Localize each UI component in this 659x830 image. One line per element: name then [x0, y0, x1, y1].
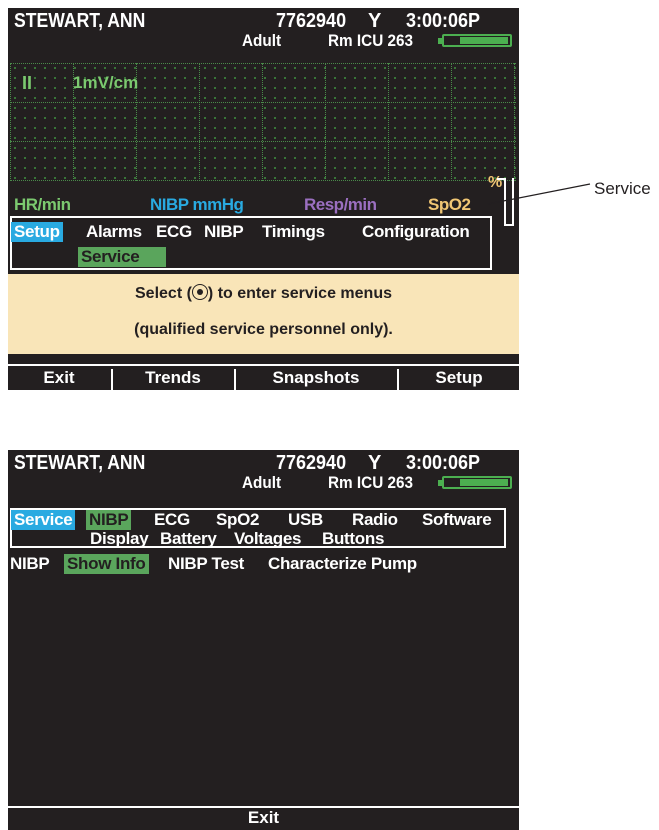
menu-characterize-pump[interactable]: Characterize Pump: [268, 554, 417, 574]
menu-service[interactable]: Service: [78, 247, 166, 267]
menu-ecg[interactable]: ECG: [154, 510, 190, 530]
nibp-label: NIBP mmHg: [150, 195, 244, 214]
menu-ecg[interactable]: ECG: [156, 222, 192, 242]
spo2-label: SpO2: [428, 195, 471, 214]
patient-name: STEWART, ANN: [14, 452, 146, 474]
message-line-1: Select () to enter service menus: [135, 284, 392, 302]
softkey-exit[interactable]: Exit: [8, 808, 519, 828]
menu-buttons[interactable]: Buttons: [322, 529, 384, 549]
menu-service[interactable]: Service: [11, 510, 76, 530]
menu-spo2[interactable]: SpO2: [216, 510, 260, 530]
room-label: Rm ICU 263: [328, 473, 414, 492]
menu-nibp[interactable]: NIBP: [86, 510, 132, 530]
hr-label: HR/min: [14, 195, 71, 214]
patient-id: 7762940: [276, 10, 347, 32]
menu-show-info[interactable]: Show Info: [64, 554, 149, 574]
menu-nibp-test[interactable]: NIBP Test: [168, 554, 244, 574]
softkey-setup[interactable]: Setup: [399, 368, 519, 390]
menu-alarms[interactable]: Alarms: [86, 222, 142, 242]
softkey-snapshots[interactable]: Snapshots: [236, 368, 396, 390]
ecg-lead-label: II: [22, 73, 33, 93]
callout-leader-line: [487, 183, 591, 205]
menu-usb[interactable]: USB: [288, 510, 323, 530]
clock-time: 3:00:06P: [406, 452, 481, 474]
menu-nibp[interactable]: NIBP: [204, 222, 244, 242]
softkey-trends[interactable]: Trends: [113, 368, 233, 390]
patient-id: 7762940: [276, 452, 347, 474]
service-message-bar: Select () to enter service menus (qualif…: [8, 274, 519, 354]
patient-type: Adult: [242, 31, 282, 50]
ecg-gain-label: 1mV/cm: [73, 73, 139, 92]
monitor-screen-top: STEWART, ANN 7762940 Y 3:00:06P Adult Rm…: [8, 8, 519, 390]
nibp-row-title: NIBP: [10, 554, 50, 573]
patient-name: STEWART, ANN: [14, 10, 146, 32]
resp-label: Resp/min: [304, 195, 377, 214]
menu-configuration[interactable]: Configuration: [362, 222, 470, 242]
message-line-2: (qualified service personnel only).: [134, 321, 393, 338]
menu-setup[interactable]: Setup: [11, 222, 63, 242]
antenna-icon: Y: [368, 452, 382, 474]
patient-type: Adult: [242, 473, 282, 492]
battery-icon: [438, 34, 512, 47]
monitor-screen-bottom: STEWART, ANN 7762940 Y 3:00:06P Adult Rm…: [8, 450, 519, 830]
menu-display[interactable]: Display: [90, 529, 149, 549]
callout-service-label: Service: [594, 179, 651, 198]
battery-icon: [438, 476, 512, 489]
antenna-icon: Y: [368, 10, 382, 32]
softkey-bar: Exit Trends Snapshots Setup: [8, 364, 519, 390]
menu-voltages[interactable]: Voltages: [234, 529, 302, 549]
clock-time: 3:00:06P: [406, 10, 481, 32]
room-label: Rm ICU 263: [328, 31, 414, 50]
menu-timings[interactable]: Timings: [262, 222, 325, 242]
menu-battery[interactable]: Battery: [160, 529, 217, 549]
select-button-icon: [191, 284, 208, 300]
softkey-exit[interactable]: Exit: [8, 368, 110, 390]
menu-radio[interactable]: Radio: [352, 510, 398, 530]
menu-software[interactable]: Software: [422, 510, 492, 530]
